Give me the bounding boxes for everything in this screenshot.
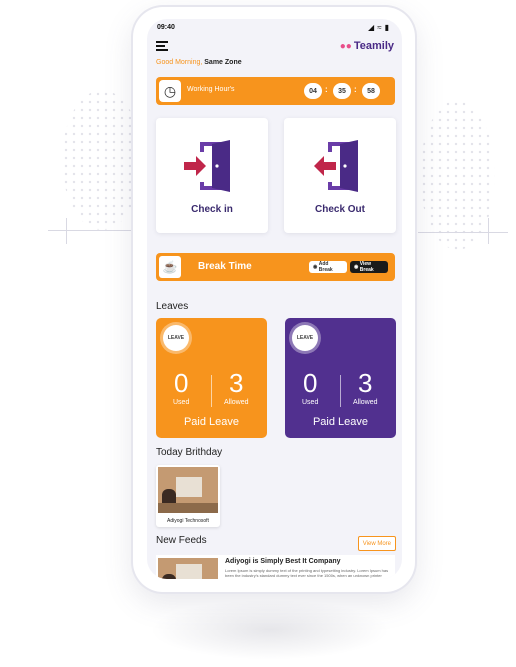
greeting-prefix: Good Morning, bbox=[156, 59, 203, 66]
leaves-section-title: Leaves bbox=[156, 301, 189, 312]
hamburger-menu-icon[interactable] bbox=[156, 41, 168, 51]
leave-title: Paid Leave bbox=[312, 416, 369, 428]
signal-icon: ◢ bbox=[368, 23, 378, 32]
feed-text: Lorem Ipsum is simply dummy text of the … bbox=[225, 568, 389, 579]
eye-icon: ◉ bbox=[313, 264, 318, 270]
coffee-cup-icon: ☕ bbox=[159, 256, 181, 278]
battery-icon: ▮ bbox=[384, 23, 392, 32]
background-line-right bbox=[418, 232, 508, 233]
background-line-left bbox=[48, 230, 138, 231]
birthday-name: Adiyogi Technosoft bbox=[167, 518, 209, 524]
team-icon: ●● bbox=[339, 41, 352, 52]
eye-icon: ◉ bbox=[354, 264, 359, 270]
view-break-label: View Break bbox=[359, 261, 374, 273]
working-hours-bar: ◷ Working Hour's 04 : 35 : 58 bbox=[156, 77, 395, 105]
feed-title: Adiyogi is Simply Best It Company bbox=[225, 558, 341, 565]
birthday-section-title: Today Brithday bbox=[156, 447, 223, 458]
leave-divider bbox=[340, 375, 341, 407]
greeting-name: Same Zone bbox=[204, 59, 242, 66]
background-crossline-left bbox=[66, 218, 67, 244]
add-break-button[interactable]: ◉ Add Break bbox=[309, 261, 347, 273]
view-more-button[interactable]: View More bbox=[357, 536, 396, 551]
leave-title: Paid Leave bbox=[183, 416, 240, 428]
timer-separator: : bbox=[325, 85, 328, 94]
app-screen: 09:40 ◢≈▮ ●● Teamily Good Morning, Same Z… bbox=[147, 19, 402, 579]
status-icons: ◢≈▮ bbox=[368, 23, 392, 32]
leave-allowed-label: Allowed bbox=[224, 399, 249, 406]
break-time-bar: ☕ Break Time ◉ Add Break ◉ View Break bbox=[156, 253, 395, 281]
view-break-button[interactable]: ◉ View Break bbox=[350, 261, 388, 273]
feed-photo bbox=[158, 558, 218, 579]
leave-card[interactable]: LEAVE 0 Used 3 Allowed Paid Leave bbox=[285, 318, 396, 438]
check-out-label: Check Out bbox=[314, 204, 365, 215]
app-logo: ●● Teamily bbox=[340, 40, 394, 52]
background-dots-left bbox=[62, 90, 142, 230]
check-out-card[interactable]: Check Out bbox=[284, 118, 396, 233]
break-time-label: Break Time bbox=[198, 261, 252, 272]
birthday-photo bbox=[158, 467, 218, 513]
wifi-icon: ≈ bbox=[377, 23, 385, 32]
background-crossline-right bbox=[488, 218, 489, 244]
leave-used-count: 0 bbox=[174, 368, 189, 398]
leave-used-count: 0 bbox=[303, 368, 318, 398]
feeds-section-title: New Feeds bbox=[156, 535, 207, 546]
feed-item[interactable]: Adiyogi is Simply Best It Company Lorem … bbox=[156, 555, 395, 579]
background-dots-right bbox=[420, 100, 495, 250]
status-time: 09:40 bbox=[157, 24, 175, 31]
leave-badge-icon: LEAVE bbox=[292, 325, 318, 351]
timer-minutes: 35 bbox=[333, 83, 351, 99]
timer-separator: : bbox=[354, 85, 357, 94]
leave-used-label: Used bbox=[302, 399, 319, 406]
leave-badge-icon: LEAVE bbox=[163, 325, 189, 351]
check-in-icon bbox=[184, 140, 230, 192]
clock-icon: ◷ bbox=[159, 80, 181, 102]
leave-allowed-label: Allowed bbox=[353, 399, 378, 406]
timer-seconds: 58 bbox=[362, 83, 380, 99]
logo-text: Teamily bbox=[353, 40, 394, 52]
birthday-card[interactable]: Adiyogi Technosoft bbox=[156, 465, 220, 527]
working-hours-label: Working Hour's bbox=[187, 86, 235, 93]
phone-shadow bbox=[150, 600, 390, 660]
leave-allowed-count: 3 bbox=[229, 368, 244, 398]
timer-hours: 04 bbox=[304, 83, 322, 99]
check-in-label: Check in bbox=[191, 204, 233, 215]
leave-allowed-count: 3 bbox=[358, 368, 373, 398]
leave-card[interactable]: LEAVE 0 Used 3 Allowed Paid Leave bbox=[156, 318, 267, 438]
leave-divider bbox=[211, 375, 212, 407]
check-out-icon bbox=[314, 140, 358, 192]
add-break-label: Add Break bbox=[318, 261, 333, 273]
greeting: Good Morning, Same Zone bbox=[156, 59, 242, 66]
check-in-card[interactable]: Check in bbox=[156, 118, 268, 233]
leave-used-label: Used bbox=[173, 399, 190, 406]
